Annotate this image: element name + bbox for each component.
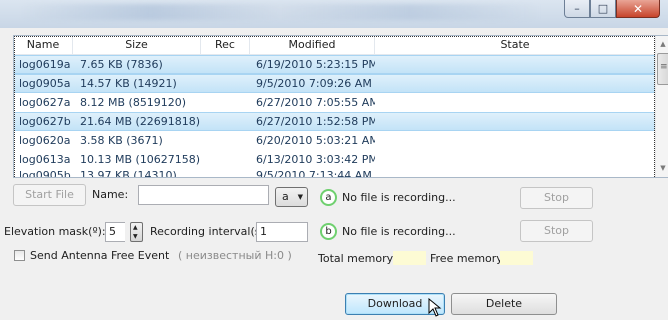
table-row[interactable]: log0905b 13.97 KB (14310) 9/5/2010 7:13:44…: [14, 169, 655, 178]
cell-modified: 9/5/2010 7:13:44 AM: [256, 169, 372, 178]
cell-state: [375, 169, 655, 177]
cell-state: [375, 131, 655, 150]
elevation-mask-label: Elevation mask(º):: [4, 225, 106, 238]
free-memory-value: [500, 251, 533, 265]
cell-rec: [201, 75, 250, 92]
cell-rec: [201, 169, 250, 177]
elevation-mask-input[interactable]: 5: [105, 222, 125, 242]
antenna-status: ( неизвестный H:0 ): [178, 249, 292, 262]
file-list-body: log0619a 7.65 KB (7836) 6/19/2010 5:23:15 …: [14, 55, 655, 178]
stop-a-button[interactable]: Stop: [520, 187, 593, 209]
antenna-free-checkbox[interactable]: [14, 250, 25, 261]
cell-size: 13.97 KB (14310): [80, 169, 177, 178]
table-row[interactable]: log0627a 8.12 MB (8519120) 6/27/2010 7:05:…: [14, 93, 655, 112]
cell-size: 7.65 KB (7836): [80, 58, 163, 71]
scroll-up-icon[interactable]: ▲: [656, 37, 668, 51]
cell-state: [375, 113, 655, 130]
chevron-down-icon: ▼: [297, 193, 303, 201]
free-memory-label: Free memory:: [430, 252, 506, 265]
cell-size: 3.58 KB (3671): [80, 134, 163, 147]
cell-state: [375, 75, 655, 92]
cell-name: log0613a: [19, 153, 71, 166]
window-controls: – □ ✕: [564, 0, 660, 18]
file-list[interactable]: Name Size Rec Modified State log0619a 7.6…: [13, 35, 668, 178]
cell-state: [375, 150, 655, 169]
scroll-down-icon[interactable]: ▼: [656, 161, 668, 175]
cell-rec: [201, 93, 250, 112]
table-row[interactable]: log0620a 3.58 KB (3671) 6/20/2010 5:03:21 …: [14, 131, 655, 150]
cell-state: [375, 56, 655, 73]
cell-modified: 6/13/2010 3:03:42 PM: [256, 153, 375, 166]
cell-rec: [201, 113, 250, 130]
column-modified[interactable]: Modified: [250, 36, 375, 54]
table-row[interactable]: log0619a 7.65 KB (7836) 6/19/2010 5:23:15 …: [14, 55, 655, 74]
title-bar: – □ ✕: [0, 0, 668, 28]
scroll-thumb[interactable]: [657, 53, 668, 85]
cell-state: [375, 93, 655, 112]
spin-down-icon[interactable]: ▼: [133, 233, 138, 240]
cell-size: 8.12 MB (8519120): [80, 96, 187, 109]
minimize-button[interactable]: –: [564, 0, 590, 18]
cell-name: log0620a: [19, 134, 71, 147]
antenna-free-label: Send Antenna Free Event: [30, 249, 170, 262]
spin-up-icon[interactable]: ▲: [133, 224, 138, 231]
receiver-b-badge: b: [320, 223, 337, 240]
cell-modified: 6/19/2010 5:23:15 PM: [256, 58, 375, 71]
cell-size: 10.13 MB (10627158): [80, 153, 201, 166]
delete-button[interactable]: Delete: [451, 293, 557, 315]
cell-name: log0627a: [19, 96, 71, 109]
cell-modified: 9/5/2010 7:09:26 AM: [256, 77, 372, 90]
total-memory-value: [393, 251, 426, 265]
vertical-scrollbar[interactable]: ▲ ▼: [655, 36, 668, 177]
cell-name: log0905a: [19, 77, 71, 90]
name-input[interactable]: [138, 185, 269, 205]
name-label: Name:: [92, 188, 129, 201]
mouse-pointer-icon: [428, 298, 442, 317]
table-row[interactable]: log0905a 14.57 KB (14921) 9/5/2010 7:09:26…: [14, 74, 655, 93]
elevation-mask-spinner[interactable]: ▲ ▼: [130, 222, 143, 242]
receiver-a-badge: a: [320, 189, 337, 206]
cell-name: log0627b: [19, 115, 71, 128]
table-row[interactable]: log0627b 21.64 MB (22691818) 6/27/2010 1:5…: [14, 112, 655, 131]
receiver-a-status: No file is recording...: [342, 191, 456, 204]
cell-rec: [201, 150, 250, 169]
main-panel: Name Size Rec Modified State log0619a 7.6…: [0, 28, 668, 320]
cell-rec: [201, 56, 250, 73]
title-bar-blur: [20, 4, 540, 20]
close-button[interactable]: ✕: [616, 0, 660, 18]
cell-name: log0619a: [19, 58, 71, 71]
recording-interval-label: Recording interval(s):: [150, 225, 269, 238]
stop-b-button[interactable]: Stop: [520, 220, 593, 242]
column-size[interactable]: Size: [73, 36, 201, 54]
table-row[interactable]: log0613a 10.13 MB (10627158) 6/13/2010 3:0…: [14, 150, 655, 169]
suffix-select-value: a: [282, 190, 289, 203]
total-memory-label: Total memory:: [318, 252, 397, 265]
cell-size: 14.57 KB (14921): [80, 77, 177, 90]
recording-interval-input[interactable]: 1: [256, 222, 308, 242]
cell-name: log0905b: [19, 169, 71, 178]
maximize-button[interactable]: □: [590, 0, 616, 18]
cell-modified: 6/20/2010 5:03:21 AM: [256, 134, 375, 147]
cell-size: 21.64 MB (22691818): [80, 115, 201, 128]
column-state[interactable]: State: [375, 36, 655, 54]
column-name[interactable]: Name: [14, 36, 73, 54]
start-file-button[interactable]: Start File: [13, 184, 86, 206]
cell-modified: 6/27/2010 1:52:58 PM: [256, 115, 375, 128]
cell-modified: 6/27/2010 7:05:55 AM: [256, 96, 375, 109]
file-list-header: Name Size Rec Modified State: [14, 36, 655, 55]
suffix-select[interactable]: a ▼: [275, 187, 308, 207]
cell-rec: [201, 131, 250, 150]
receiver-b-status: No file is recording...: [342, 225, 456, 238]
column-rec[interactable]: Rec: [201, 36, 250, 54]
